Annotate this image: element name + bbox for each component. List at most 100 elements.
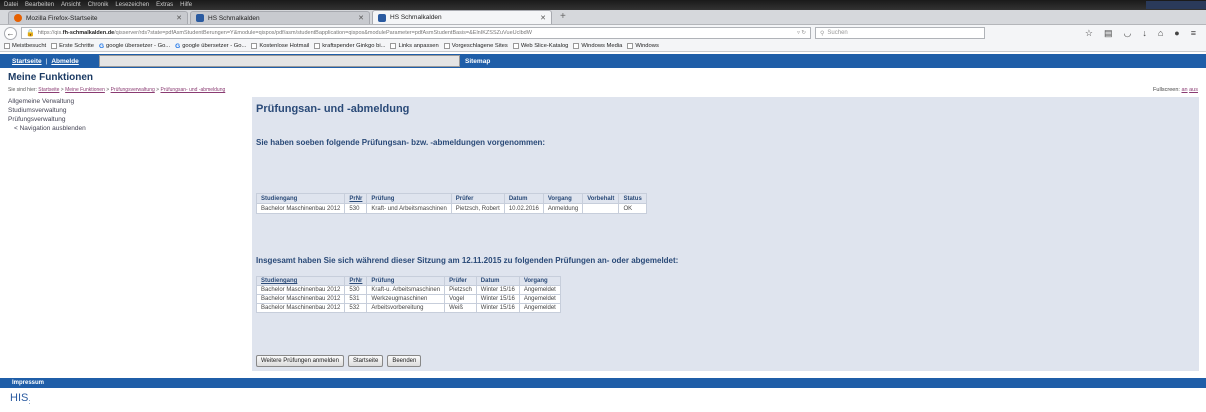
action-buttons: Weitere Prüfungen anmelden Startseite Be… <box>256 355 422 367</box>
impressum-link[interactable]: Impressum <box>12 380 44 386</box>
bookmark-label: Windows <box>635 43 659 49</box>
nav-sitemap-link[interactable]: Sitemap <box>465 58 490 65</box>
chat-icon[interactable]: ● <box>1174 28 1179 39</box>
bookmark-item[interactable]: kraftspender Ginkgo bi... <box>314 43 385 49</box>
leftnav-studiumsverwaltung[interactable]: Studiumsverwaltung <box>8 107 248 114</box>
hs-logo-icon <box>378 13 386 22</box>
menu-item[interactable]: Lesezeichen <box>115 2 149 8</box>
menu-item[interactable]: Datei <box>4 2 18 8</box>
table-cell: 530 <box>344 203 368 214</box>
menu-item[interactable]: Extras <box>156 2 173 8</box>
column-header: Datum <box>503 193 544 204</box>
bookmark-item[interactable]: Web Slice-Katalog <box>512 43 568 49</box>
breadcrumb-meine-funktionen[interactable]: Meine Funktionen <box>65 87 105 93</box>
table-row: Bachelor Maschinenbau 2012 531 Werkzeugmas… <box>255 294 561 304</box>
nav-startseite-link[interactable]: Startseite <box>12 58 42 65</box>
startseite-button[interactable]: Startseite <box>347 355 384 367</box>
search-input[interactable]: ⚲ Suchen <box>815 27 985 39</box>
menu-item[interactable]: Ansicht <box>61 2 81 8</box>
table-cell: Bachelor Maschinenbau 2012 <box>255 285 346 295</box>
url-bar[interactable]: 🔒 https://qis. fh-schmalkalden.de/qisserv… <box>21 27 811 39</box>
bookmark-label: Windows Media <box>581 43 623 49</box>
table-cell: Werkzeugmaschinen <box>366 294 446 304</box>
breadcrumb-pruefungsverwaltung[interactable]: Prüfungsverwaltung <box>111 87 155 93</box>
table-row: Bachelor Maschinenbau 2012 530 Kraft- und … <box>255 203 647 214</box>
beenden-button[interactable]: Beenden <box>387 355 422 367</box>
bookmarks-bar: Meistbesucht Erste Schritte Ggoogle überse… <box>0 41 1206 52</box>
bookmark-label: Vorgeschlagene Sites <box>451 43 508 49</box>
table-cell: Bachelor Maschinenbau 2012 <box>255 294 346 304</box>
table-cell: Winter 15/16 <box>475 285 520 295</box>
breadcrumb-startseite[interactable]: Startseite <box>38 87 59 93</box>
table-cell: Pietzsch <box>444 285 477 295</box>
download-icon[interactable]: ↓ <box>1142 28 1147 39</box>
bookmark-item[interactable]: Erste Schritte <box>51 43 94 49</box>
column-header: PrNr <box>344 276 368 286</box>
column-header: PrNr <box>344 193 368 204</box>
browser-navbar: ← 🔒 https://qis. fh-schmalkalden.de/qisse… <box>0 25 1206 41</box>
tab-label: HS Schmalkalden <box>208 14 260 22</box>
table-row: Bachelor Maschinenbau 2012 530 Kraft-u. Ar… <box>255 285 561 295</box>
tab-hs-schmalkalden-1[interactable]: HS Schmalkalden ✕ <box>190 11 370 24</box>
leftnav-pruefungsverwaltung[interactable]: Prüfungsverwaltung <box>8 116 248 123</box>
footer-impressum-bar: Impressum <box>0 378 1206 388</box>
bookmark-label: Links anpassen <box>398 43 439 49</box>
hide-navigation-link[interactable]: < Navigation ausblenden <box>8 125 248 132</box>
url-path: /qisserver/rds?state=pdfAsmStudentBerung… <box>114 30 532 36</box>
main-content: Prüfungsan- und -abmeldung Sie haben soe… <box>252 97 1199 371</box>
reload-icon[interactable]: ▿ ↻ <box>791 30 806 36</box>
firefox-icon <box>14 14 22 22</box>
close-icon[interactable]: ✕ <box>358 14 364 22</box>
leftnav-allgemeine-verwaltung[interactable]: Allgemeine Verwaltung <box>8 98 248 105</box>
breadcrumb-current[interactable]: Prüfungsan- und -abmeldung <box>160 87 225 93</box>
tab-label: Mozilla Firefox-Startseite <box>26 14 98 22</box>
register-more-button[interactable]: Weitere Prüfungen anmelden <box>256 355 344 367</box>
tab-hs-schmalkalden-2[interactable]: HS Schmalkalden ✕ <box>372 10 552 24</box>
menu-item[interactable]: Bearbeiten <box>25 2 54 8</box>
bookmark-item[interactable]: Windows Media <box>573 43 622 49</box>
tab-firefox-start[interactable]: Mozilla Firefox-Startseite ✕ <box>8 11 188 24</box>
bookmark-item[interactable]: Vorgeschlagene Sites <box>443 43 508 49</box>
bookmark-star-icon[interactable]: ☆ <box>1085 28 1093 39</box>
table-cell: Winter 15/16 <box>475 294 520 304</box>
bookmark-item[interactable]: Windows <box>627 43 659 49</box>
fullscreen-on-link[interactable]: an <box>1181 87 1187 93</box>
browser-menubar: Datei Bearbeiten Ansicht Chronik Lesezeichen… <box>0 0 1206 10</box>
table-cell: Arbeitsvorbereitung <box>366 303 446 313</box>
back-arrow-icon[interactable]: ← <box>4 26 17 40</box>
page-icon <box>512 43 519 49</box>
menu-item[interactable]: Hilfe <box>180 2 192 8</box>
bookmark-item[interactable]: Ggoogle übersetzer - Go... <box>175 43 246 50</box>
nav-abmelden-link[interactable]: Abmelde <box>51 58 78 65</box>
current-registrations-table: Studiengang PrNr Prüfung Prüfer Datum Vorgang… <box>255 193 647 214</box>
table-cell: 530 <box>344 285 368 295</box>
reading-list-icon[interactable]: ▤ <box>1104 28 1113 39</box>
column-header: Status <box>618 193 647 204</box>
bookmark-item[interactable]: Links anpassen <box>390 43 439 49</box>
page-icon <box>573 43 580 49</box>
menu-icon[interactable]: ≡ <box>1191 28 1196 39</box>
close-icon[interactable]: ✕ <box>540 14 546 22</box>
session-registrations-table: Studiengang PrNr Prüfung Prüfer Datum Vorgang… <box>255 276 561 313</box>
menu-item[interactable]: Chronik <box>88 2 109 8</box>
window-controls[interactable] <box>1146 1 1206 9</box>
home-icon[interactable]: ⌂ <box>1158 28 1163 39</box>
table-cell: OK <box>618 203 647 214</box>
page-title: Meine Funktionen <box>8 72 93 83</box>
search-icon: ⚲ <box>820 30 825 37</box>
close-icon[interactable]: ✕ <box>176 14 182 22</box>
table-cell: 10.02.2016 <box>503 203 544 214</box>
his-logo-mark: : <box>28 399 31 407</box>
column-header: Prüfer <box>450 193 505 204</box>
new-tab-icon[interactable]: + <box>554 11 572 24</box>
bookmark-item[interactable]: Ggoogle übersetzer - Go... <box>99 43 170 50</box>
column-header: Prüfung <box>366 193 452 204</box>
column-header: Vorbehalt <box>582 193 620 204</box>
fullscreen-off-link[interactable]: aus <box>1189 87 1198 93</box>
table-cell: Angemeldet <box>518 285 561 295</box>
bookmark-item[interactable]: Kostenlose Hotmail <box>251 43 309 49</box>
pocket-icon[interactable]: ◡ <box>1124 28 1132 39</box>
google-icon: G <box>175 42 181 50</box>
column-header: Prüfer <box>444 276 477 286</box>
bookmark-item[interactable]: Meistbesucht <box>4 43 46 49</box>
